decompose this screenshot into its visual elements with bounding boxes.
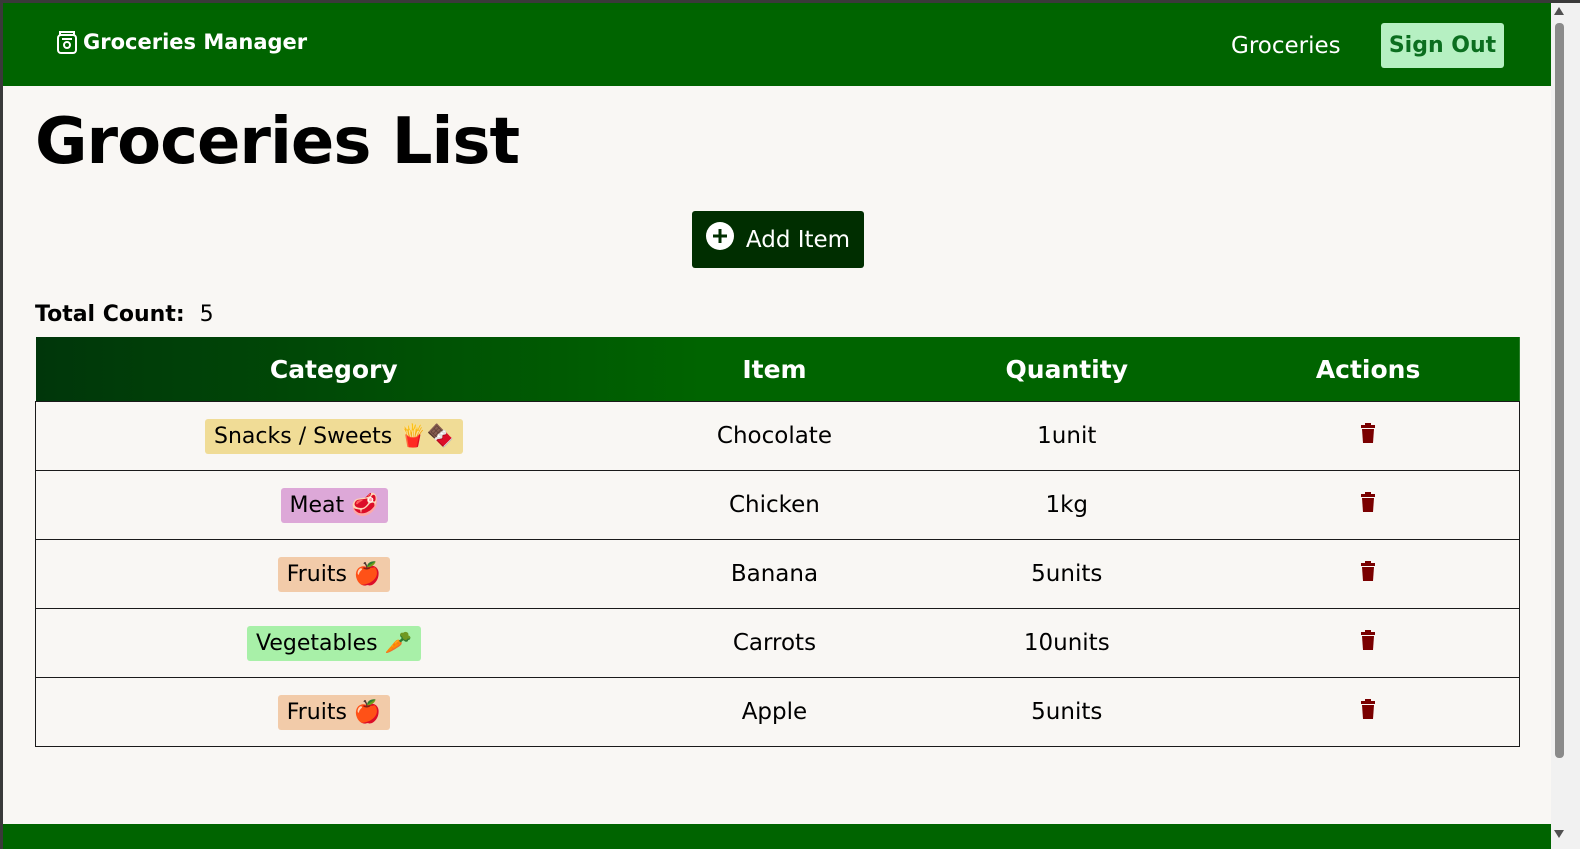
quantity-cell: 1unit — [916, 401, 1217, 471]
quantity-cell: 10units — [916, 608, 1217, 678]
actions-cell — [1216, 608, 1520, 678]
trash-icon — [1360, 630, 1375, 651]
delete-button[interactable] — [1360, 699, 1376, 725]
nav-link-groceries[interactable]: Groceries — [1231, 33, 1341, 59]
delete-button[interactable] — [1360, 423, 1376, 449]
sign-out-button[interactable]: Sign Out — [1381, 23, 1504, 68]
delete-button[interactable] — [1360, 630, 1376, 656]
header-quantity[interactable]: Quantity — [917, 337, 1217, 402]
item-cell: Apple — [632, 677, 917, 747]
total-count: Total Count: 5 — [35, 302, 214, 327]
actions-cell — [1216, 539, 1520, 609]
category-badge: Fruits 🍎 — [277, 556, 391, 592]
scroll-up-arrow-icon[interactable] — [1554, 7, 1564, 15]
scroll-thumb[interactable] — [1555, 23, 1564, 758]
table-row: Snacks / Sweets 🍟🍫 Chocolate 1unit — [35, 401, 1520, 471]
quantity-cell: 5units — [916, 539, 1217, 609]
total-count-value: 5 — [199, 302, 214, 327]
plus-circle-icon — [705, 221, 734, 250]
quantity-cell: 1kg — [916, 470, 1217, 540]
header-category[interactable]: Category — [36, 337, 633, 402]
category-cell: Fruits 🍎 — [35, 539, 633, 609]
trash-icon — [1360, 561, 1375, 582]
navbar: Groceries Manager Groceries Sign Out — [3, 3, 1551, 86]
actions-cell — [1216, 470, 1520, 540]
category-badge: Fruits 🍎 — [277, 694, 391, 730]
delete-button[interactable] — [1360, 561, 1376, 587]
table-row: Fruits 🍎 Apple 5units — [35, 677, 1520, 747]
table-body: Snacks / Sweets 🍟🍫 Chocolate 1unit Meat … — [35, 401, 1520, 747]
page-title: Groceries List — [35, 105, 520, 179]
header-item[interactable]: Item — [632, 337, 917, 402]
category-badge: Meat 🥩 — [280, 487, 388, 523]
item-cell: Carrots — [632, 608, 917, 678]
item-cell: Chocolate — [632, 401, 917, 471]
table-row: Vegetables 🥕 Carrots 10units — [35, 608, 1520, 678]
vertical-scrollbar[interactable] — [1551, 3, 1580, 849]
table-row: Meat 🥩 Chicken 1kg — [35, 470, 1520, 540]
actions-cell — [1216, 677, 1520, 747]
category-cell: Vegetables 🥕 — [35, 608, 633, 678]
quantity-cell: 5units — [916, 677, 1217, 747]
category-badge: Snacks / Sweets 🍟🍫 — [205, 418, 463, 454]
brand-title: Groceries Manager — [83, 30, 308, 54]
trash-icon — [1360, 423, 1375, 444]
scroll-down-arrow-icon[interactable] — [1554, 830, 1564, 838]
delete-button[interactable] — [1360, 492, 1376, 518]
table-header: Category Item Quantity Actions — [35, 337, 1520, 402]
groceries-table: Category Item Quantity Actions Snacks / … — [35, 337, 1520, 747]
trash-icon — [1360, 492, 1375, 513]
item-cell: Chicken — [632, 470, 917, 540]
category-cell: Fruits 🍎 — [35, 677, 633, 747]
footer — [3, 824, 1551, 849]
item-cell: Banana — [632, 539, 917, 609]
grocery-bag-icon — [57, 31, 77, 54]
category-cell: Snacks / Sweets 🍟🍫 — [35, 401, 633, 471]
total-count-label: Total Count: — [35, 302, 185, 327]
category-cell: Meat 🥩 — [35, 470, 633, 540]
header-actions: Actions — [1315, 354, 1421, 384]
table-row: Fruits 🍎 Banana 5units — [35, 539, 1520, 609]
trash-icon — [1360, 699, 1375, 720]
brand[interactable]: Groceries Manager — [55, 29, 307, 55]
add-item-label: Add Item — [745, 226, 851, 253]
category-badge: Vegetables 🥕 — [247, 625, 421, 661]
actions-cell — [1216, 401, 1520, 471]
app-window: Groceries Manager Groceries Sign Out Gro… — [3, 3, 1551, 849]
add-item-button[interactable]: Add Item — [692, 211, 864, 268]
